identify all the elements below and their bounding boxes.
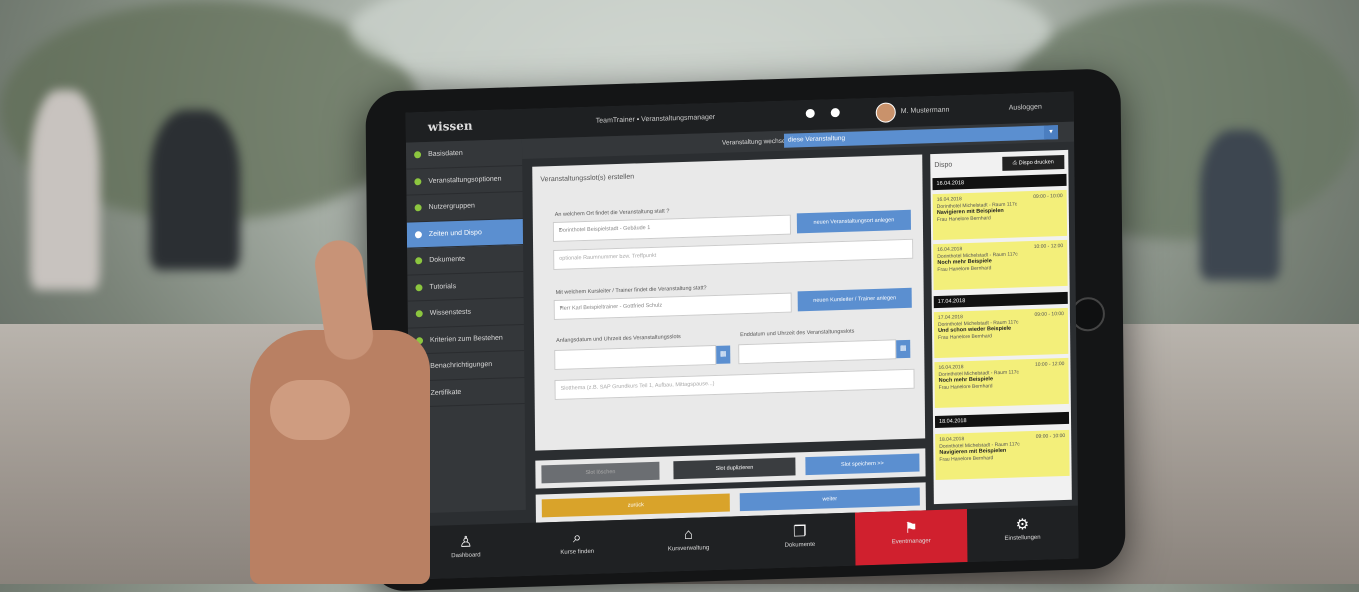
duplicate-slot-button[interactable]: Slot duplizieren (673, 457, 796, 480)
nav-dokumente[interactable]: ❐ Dokumente (744, 513, 856, 569)
trainer-select[interactable]: Herr Karl Beispieltrainer - Gottfried Sc… (553, 292, 792, 321)
delete-slot-button[interactable]: Slot löschen (541, 461, 660, 484)
dispo-date-header: 17.04.2018 (933, 291, 1068, 309)
sidebar-item-tutorials[interactable]: Tutorials (407, 271, 524, 302)
check-icon (415, 283, 423, 292)
logo: wissen (427, 118, 473, 134)
new-location-button[interactable]: neuen Veranstaltungsort anlegen (796, 209, 911, 234)
room-input[interactable]: optionale Raumnummer bzw. Treffpunkt (553, 238, 914, 271)
form-title: Veranstaltungsslot(s) erstellen (540, 173, 635, 184)
event-switch-label: Veranstaltung wechseln: (722, 137, 793, 147)
dispo-panel: Dispo ⎙ Dispo drucken 16.04.2018 09:00 -… (930, 149, 1072, 505)
sidebar-item-dokumente[interactable]: Dokumente (407, 244, 524, 276)
notifications-icon[interactable] (830, 108, 840, 118)
new-trainer-button[interactable]: neuen Kursleiter / Trainer anlegen (797, 287, 912, 312)
sidebar-item-wissenstests[interactable]: Wissenstests (407, 297, 524, 329)
dispo-card[interactable]: 09:00 - 10:00 18.04.2018 Dorinthotel Mic… (935, 429, 1070, 481)
avatar[interactable] (875, 102, 896, 123)
slot-actions: Slot löschen Slot duplizieren Slot speic… (535, 448, 926, 489)
sidebar-item-zeiten-und-dispo[interactable]: Zeiten und Dispo (406, 218, 524, 249)
user-name[interactable]: M. Mustermann (901, 107, 950, 116)
search-icon: ⌕ (572, 529, 582, 547)
sidebar-item-nutzergruppen[interactable]: Nutzergruppen (406, 191, 523, 223)
back-button[interactable]: zurück (541, 493, 730, 518)
breadcrumb: TeamTrainer ▪ Veranstaltungsmanager (595, 113, 716, 125)
dispo-title: Dispo (934, 161, 953, 170)
next-button[interactable]: weiter (739, 487, 920, 512)
check-icon (415, 310, 423, 318)
location-label: An welchem Ort findet die Veranstaltung … (554, 208, 670, 218)
bank-icon: ⌂ (683, 525, 694, 543)
calendar-icon[interactable]: ▦ (896, 339, 911, 359)
start-date-label: Anfangsdatum und Uhrzeit des Veranstaltu… (556, 334, 681, 344)
calendar-icon[interactable]: ▦ (716, 345, 731, 364)
bottom-nav: ♙ Dashboard ⌕ Kurse finden ⌂ Kursverwaltung… (409, 505, 1079, 580)
dispo-card[interactable]: 09:00 - 10:00 17.04.2018 Dorinthotel Mic… (933, 307, 1069, 359)
check-icon (414, 177, 422, 186)
event-select[interactable]: diese Veranstaltung ▾ (783, 125, 1059, 148)
sitemap-icon: ⚑ (904, 519, 918, 538)
chevron-down-icon[interactable]: ▾ (1043, 125, 1059, 140)
check-icon (415, 257, 423, 265)
check-icon (414, 230, 422, 239)
slot-form: Veranstaltungsslot(s) erstellen An welch… (532, 154, 926, 451)
start-date-input[interactable] (554, 344, 717, 371)
dispo-date-header: 16.04.2018 (932, 173, 1067, 191)
sidebar-item-basisdaten[interactable]: Basisdaten (405, 139, 523, 170)
topic-input[interactable]: Slotthema (z.B. SAP Grundkurs Teil 1, Au… (554, 368, 915, 400)
help-icon[interactable] (805, 108, 815, 119)
nav-einstellungen[interactable]: ⚙ Einstellungen (967, 506, 1079, 562)
sidebar-item-veranstaltungsoptionen[interactable]: Veranstaltungsoptionen (406, 165, 523, 196)
nav-eventmanager[interactable]: ⚑ Eventmanager (855, 509, 968, 566)
location-select[interactable]: Dorinthotel Beispielstadt - Gebäude 1 ▾ (552, 214, 792, 243)
trainer-label: Mit welchem Kursleiter / Trainer findet … (555, 285, 707, 296)
end-date-input[interactable] (738, 339, 897, 365)
chevron-down-icon: ▾ (559, 304, 563, 311)
app-screen: wissen TeamTrainer ▪ Veranstaltungsmanag… (405, 91, 1079, 580)
tablet-device: wissen TeamTrainer ▪ Veranstaltungsmanag… (365, 68, 1126, 592)
nav-kurse-finden[interactable]: ⌕ Kurse finden (521, 520, 633, 576)
end-date-label: Enddatum und Uhrzeit des Veranstaltungss… (740, 328, 855, 339)
dispo-card[interactable]: 10:00 - 12:00 16.04.2018 Dorinthotel Mic… (933, 239, 1068, 291)
chevron-down-icon: ▾ (558, 226, 562, 233)
save-slot-button[interactable]: Slot speichern >> (805, 453, 920, 476)
logout-link[interactable]: Ausloggen (1009, 104, 1042, 112)
check-icon (414, 204, 422, 212)
dispo-card[interactable]: 10:00 - 12:00 16.04.2018 Dorinthotel Mic… (934, 357, 1069, 409)
check-icon (414, 151, 422, 159)
documents-icon: ❐ (792, 523, 807, 541)
nav-kursverwaltung[interactable]: ⌂ Kursverwaltung (633, 516, 745, 572)
gears-icon: ⚙ (1015, 516, 1030, 534)
dispo-card[interactable]: 09:00 - 10:00 16.04.2018 Dorinthotel Mic… (932, 189, 1068, 241)
dispo-date-header: 18.04.2018 (934, 411, 1070, 429)
print-dispo-button[interactable]: ⎙ Dispo drucken (1002, 154, 1065, 171)
sidebar-item-kriterien[interactable]: Kriterien zum Bestehen (407, 324, 525, 355)
